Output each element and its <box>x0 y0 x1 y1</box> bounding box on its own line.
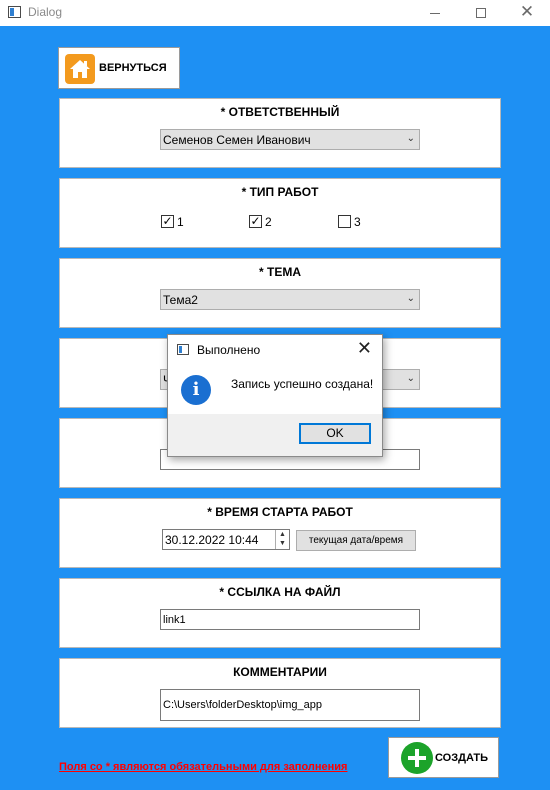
comments-value: C:\Users\folderDesktop\img_app <box>163 699 322 711</box>
comments-field[interactable]: C:\Users\folderDesktop\img_app <box>160 689 420 721</box>
minimize-button[interactable] <box>412 0 458 26</box>
back-button[interactable]: ВЕРНУТЬСЯ <box>58 47 180 89</box>
start-time-datetime-edit[interactable]: 30.12.2022 10:44 ▲ ▼ <box>162 529 290 550</box>
minimize-icon <box>430 12 440 14</box>
responsible-panel: * ОТВЕТСТВЕННЫЙ Семенов Семен Иванович ⌄ <box>59 98 501 168</box>
chevron-down-icon: ⌄ <box>406 373 415 384</box>
message-box-text: Запись успешно создана! <box>231 377 374 391</box>
start-time-title: * ВРЕМЯ СТАРТА РАБОТ <box>207 505 353 519</box>
work-type-title: * ТИП РАБОТ <box>241 185 319 199</box>
responsible-combo-value: Семенов Семен Иванович <box>163 133 311 147</box>
file-link-value: link1 <box>163 614 186 626</box>
close-window-button[interactable]: ✕ <box>504 0 550 26</box>
responsible-title: * ОТВЕТСТВЕННЫЙ <box>220 105 340 119</box>
window-titlebar: Dialog ✕ <box>0 0 550 26</box>
app-window-icon <box>8 6 21 18</box>
maximize-button[interactable] <box>458 0 504 26</box>
start-time-value: 30.12.2022 10:44 <box>165 533 259 547</box>
message-box-titlebar: Выполнено ✕ <box>168 335 382 363</box>
back-button-label: ВЕРНУТЬСЯ <box>99 62 167 74</box>
message-box: Выполнено ✕ i Запись успешно создана! OK <box>167 334 383 457</box>
work-type-checkbox-1[interactable]: ✓ 1 <box>161 214 184 229</box>
message-box-close-icon[interactable]: ✕ <box>357 338 372 359</box>
checkbox-unchecked-icon <box>338 215 351 229</box>
message-box-window-icon <box>177 344 189 355</box>
chevron-down-icon: ⌄ <box>406 293 415 304</box>
plus-circle-icon <box>401 742 433 774</box>
comments-panel: КОММЕНТАРИИ C:\Users\folderDesktop\img_a… <box>59 658 501 728</box>
file-link-panel: * ССЫЛКА НА ФАЙЛ link1 <box>59 578 501 648</box>
responsible-combo[interactable]: Семенов Семен Иванович ⌄ <box>160 129 420 150</box>
topic-combo-value: Тема2 <box>163 293 198 307</box>
create-button[interactable]: СОЗДАТЬ <box>388 737 499 778</box>
create-button-label: СОЗДАТЬ <box>435 752 488 764</box>
file-link-field[interactable]: link1 <box>160 609 420 630</box>
maximize-icon <box>476 8 486 19</box>
work-type-panel: * ТИП РАБОТ ✓ 1 ✓ 2 3 <box>59 178 501 248</box>
checkbox-checked-icon: ✓ <box>161 214 174 229</box>
topic-title: * ТЕМА <box>259 265 301 279</box>
chevron-down-icon: ⌄ <box>406 133 415 144</box>
checkbox-checked-icon: ✓ <box>249 214 262 229</box>
file-link-title: * ССЫЛКА НА ФАЙЛ <box>219 585 341 599</box>
message-box-body: i Запись успешно создана! <box>168 363 382 414</box>
start-time-panel: * ВРЕМЯ СТАРТА РАБОТ 30.12.2022 10:44 ▲ ▼… <box>59 498 501 568</box>
work-type-checkbox-label: 2 <box>265 214 272 229</box>
work-type-checkbox-label: 1 <box>177 214 184 229</box>
work-type-checkbox-2[interactable]: ✓ 2 <box>249 214 272 229</box>
window-title: Dialog <box>28 5 63 19</box>
work-type-checkbox-label: 3 <box>354 214 361 229</box>
message-box-title: Выполнено <box>197 343 261 357</box>
topic-panel: * ТЕМА Тема2 ⌄ <box>59 258 501 328</box>
topic-combo[interactable]: Тема2 ⌄ <box>160 289 420 310</box>
work-type-checkbox-3[interactable]: 3 <box>338 214 361 229</box>
info-icon: i <box>181 375 211 405</box>
required-fields-note: Поля со * являются обязательными для зап… <box>59 761 348 773</box>
comments-title: КОММЕНТАРИИ <box>233 665 327 679</box>
current-datetime-button[interactable]: текущая дата/время <box>296 530 416 551</box>
home-icon <box>65 54 95 84</box>
spin-arrows-icon[interactable]: ▲ ▼ <box>275 530 289 549</box>
ok-button[interactable]: OK <box>299 423 371 444</box>
